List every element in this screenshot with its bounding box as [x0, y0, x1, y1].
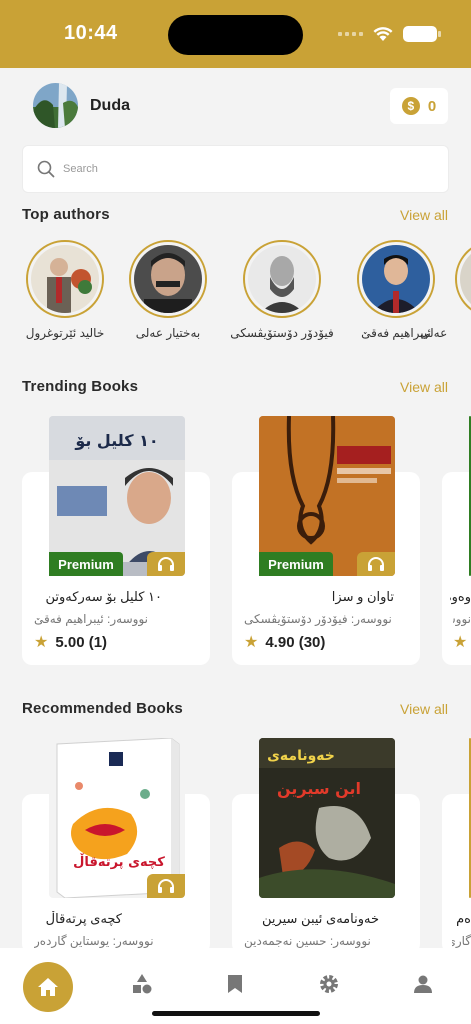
status-time: 10:44 — [64, 22, 118, 44]
categories-icon — [133, 974, 152, 994]
status-icons — [338, 26, 441, 42]
book-rating: ★ 4.90 (30) — [244, 632, 325, 652]
trending-books-title: Trending Books — [22, 378, 139, 395]
svg-text:خەونامەی: خەونامەی — [267, 748, 335, 764]
book-rating: ★ 5.00 (1) — [34, 632, 107, 652]
search-icon — [37, 160, 55, 178]
book-author: نووسەر: فیۆدۆر دۆستۆیڤسکی — [244, 612, 392, 626]
premium-badge: Premium — [259, 552, 333, 576]
book-author: نووسەر: ئیبراهیم فەقێ — [34, 612, 148, 626]
trending-books-list: ١٠ کلیل بۆ Premium ١٠ کلیل بۆ سەرکەوتن ن… — [0, 416, 471, 676]
coin-balance[interactable]: $ 0 — [390, 88, 448, 124]
star-icon: ★ — [244, 634, 259, 651]
coin-count: 0 — [427, 97, 437, 115]
tab-categories[interactable] — [120, 962, 164, 1006]
svg-text:ابن سیرین: ابن سیرین — [277, 779, 361, 798]
battery-icon — [403, 26, 441, 42]
book-title: تاوان و سزا — [331, 589, 394, 604]
username: Duda — [90, 96, 130, 114]
top-authors-title: Top authors — [22, 206, 110, 223]
svg-text:کچەی پرتەقاڵ: کچەی پرتەقاڵ — [73, 853, 165, 870]
book-author: گاری — [452, 934, 471, 948]
author-item[interactable]: عەلی — [420, 240, 471, 340]
book-title: وەوە — [450, 589, 471, 604]
book-title: ١٠ کلیل بۆ سەرکەوتن — [45, 589, 163, 604]
rating-value: 5.00 (1) — [55, 633, 108, 651]
tab-settings[interactable] — [307, 962, 351, 1006]
book-cover[interactable]: خەونامەی ابن سیرین — [259, 738, 395, 898]
top-authors-view-all[interactable]: View all — [400, 207, 448, 223]
premium-badge: Premium — [49, 552, 123, 576]
cellular-signal-icon — [338, 32, 363, 36]
wifi-icon — [373, 27, 393, 41]
settings-icon — [320, 975, 338, 993]
bookmark-icon — [228, 975, 242, 993]
author-name: عەلی — [420, 326, 448, 340]
dynamic-island — [168, 15, 303, 55]
book-author: نووسەر: یوستاین گاردەر — [34, 934, 154, 948]
book-title: خەونامەی ئیبن سیرین — [261, 911, 379, 926]
authors-list: خالید ئێرتوغرول بەختیار عەلی فیۆدۆر دۆست… — [0, 240, 471, 350]
audiobook-icon[interactable] — [147, 552, 185, 576]
tab-home[interactable] — [23, 962, 73, 1012]
star-icon: ★ — [34, 634, 49, 651]
home-icon — [38, 978, 58, 996]
author-photo — [248, 245, 316, 313]
trending-view-all[interactable]: View all — [400, 379, 448, 395]
audiobook-icon[interactable] — [357, 552, 395, 576]
recommended-books-list: کچەی پرتەقاڵ کچەی پرتەقاڵ نووسەر: یوستای… — [0, 738, 471, 948]
recommended-books-title: Recommended Books — [22, 700, 183, 717]
author-photo — [31, 245, 99, 313]
audiobook-icon[interactable] — [147, 874, 185, 898]
star-icon: ★ — [453, 634, 468, 651]
home-screen: Duda $ 0 Top authors View all — [0, 68, 471, 948]
tab-profile[interactable] — [401, 962, 445, 1006]
book-author: نووسەر: حسین نەجمەدین — [244, 934, 371, 948]
tab-bookmarks[interactable] — [213, 962, 257, 1006]
home-indicator — [152, 1011, 320, 1016]
author-photo — [134, 245, 202, 313]
book-author: نووسەر: د — [453, 612, 471, 626]
status-bar: 10:44 — [0, 0, 471, 68]
book-rating: ★ — [453, 632, 467, 652]
dollar-coin-icon: $ — [401, 97, 420, 115]
author-photo — [460, 245, 471, 313]
recommended-view-all[interactable]: View all — [400, 701, 448, 717]
book-title: ەم — [456, 911, 471, 926]
svg-text:١٠ کلیل بۆ: ١٠ کلیل بۆ — [74, 431, 158, 450]
profile-icon — [414, 975, 432, 993]
search-input[interactable] — [63, 163, 393, 175]
avatar[interactable] — [33, 83, 78, 128]
search-bar[interactable] — [22, 145, 449, 193]
book-title: کچەی پرتەقاڵ — [45, 911, 122, 926]
rating-value: 4.90 (30) — [265, 633, 326, 651]
user-profile[interactable]: Duda — [33, 83, 130, 128]
